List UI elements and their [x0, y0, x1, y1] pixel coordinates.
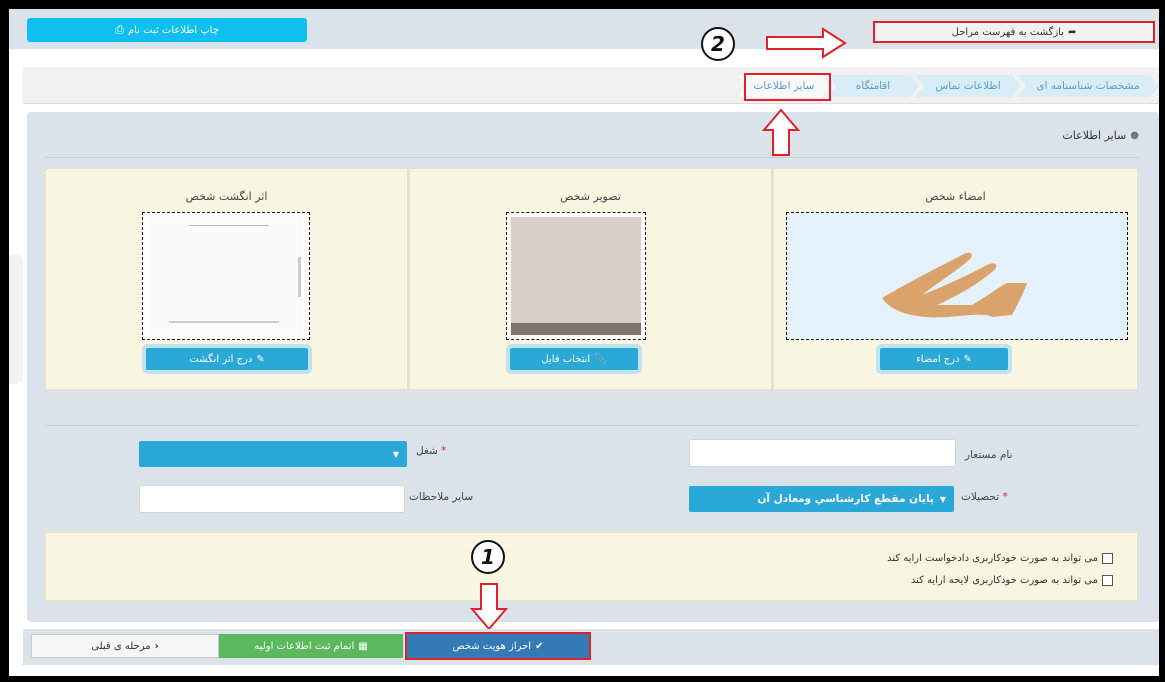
annotation-arrow-down-icon [469, 583, 509, 631]
printer-icon: ⎙ [115, 23, 124, 36]
job-label: * شغل [416, 445, 446, 457]
breadcrumb-label: مشخصات شناسنامه ای [1036, 80, 1140, 92]
breadcrumb-highlight-box [744, 73, 831, 101]
annotation-number-1: 1 [471, 540, 505, 574]
pencil-icon: ✎ [256, 353, 265, 365]
print-label: چاپ اطلاعات ثبت نام [127, 24, 219, 36]
section-title: ● سایر اطلاعات [1039, 129, 1139, 142]
print-registration-button[interactable]: چاپ اطلاعات ثبت نام ⎙ [27, 18, 307, 42]
flowchart-icon: ▦ [358, 640, 368, 652]
checkbox-petition[interactable]: می تواند به صورت خودکاربری دادخواست ارای… [887, 553, 1113, 564]
top-toolbar: چاپ اطلاعات ثبت نام ⎙ ➦ بازگشت به فهرست … [9, 9, 1159, 49]
signature-title: امضاء شخص [925, 190, 986, 203]
job-select[interactable]: ▼ [139, 441, 407, 467]
insert-signature-button[interactable]: ✎ درج امضاء [880, 348, 1008, 370]
checkbox-petition-box[interactable] [1102, 553, 1113, 564]
signature-card: امضاء شخص ✎ درج امضاء [773, 168, 1138, 390]
user-icon: ● [1130, 130, 1139, 141]
divider [45, 157, 1138, 158]
back-to-steps-button[interactable]: ➦ بازگشت به فهرست مراحل [873, 21, 1155, 43]
complete-registration-button[interactable]: ▦ اتمام ثبت اطلاعات اولیه [219, 634, 403, 658]
alias-input[interactable] [689, 439, 956, 467]
back-label: بازگشت به فهرست مراحل [951, 26, 1064, 38]
check-icon: ✔ [535, 640, 544, 652]
checkbox-brief-label: می تواند به صورت خودکاربری لایحه ارایه ک… [910, 575, 1098, 586]
share-arrow-icon: ➦ [1067, 26, 1077, 38]
photo-bottom-strip [511, 323, 641, 335]
job-label-text: شغل [416, 445, 438, 457]
chevron-left-icon: ‹ [154, 640, 159, 652]
fingerprint-title: اثر انگشت شخص [185, 190, 268, 203]
photo-preview [506, 212, 646, 340]
divider [45, 425, 1138, 426]
pencil-icon: ✎ [963, 353, 972, 365]
caret-down-icon: ▼ [392, 449, 399, 459]
breadcrumb-item-residence[interactable]: اقامتگاه [827, 75, 919, 97]
verify-identity-label: احراز هویت شخص [452, 640, 532, 652]
required-asterisk: * [1002, 491, 1008, 503]
breadcrumb-item-identity[interactable]: مشخصات شناسنامه ای [1017, 75, 1159, 97]
fingerprint-card: اثر انگشت شخص ✎ درج اثر انگشت [45, 168, 408, 390]
paperclip-icon: 📎 [594, 353, 607, 365]
education-value: پایان مقطع کارشناسي ومعادل آن [757, 493, 934, 505]
fingerprint-scan [149, 217, 303, 335]
notes-label-text: سایر ملاحظات [409, 491, 474, 503]
previous-step-label: مرحله ی قبلی [91, 640, 151, 652]
education-select[interactable]: ▼ پایان مقطع کارشناسي ومعادل آن [689, 486, 954, 512]
permissions-box: می تواند به صورت خودکاربری دادخواست ارای… [45, 532, 1138, 601]
insert-fingerprint-button[interactable]: ✎ درج اثر انگشت [146, 348, 308, 370]
insert-signature-label: درج امضاء [916, 353, 960, 365]
notes-label: سایر ملاحظات [409, 491, 473, 503]
notes-input[interactable] [139, 485, 405, 513]
annotation-number-2: 2 [701, 27, 735, 61]
section-title-text: سایر اطلاعات [1062, 129, 1127, 142]
person-photo [511, 217, 641, 335]
choose-file-label: انتخاب فایل [541, 353, 591, 365]
annotation-arrow-right-icon [766, 27, 847, 59]
checkbox-brief-box[interactable] [1102, 575, 1113, 586]
complete-registration-label: اتمام ثبت اطلاعات اولیه [254, 640, 355, 652]
annotation-2-text: 2 [711, 32, 725, 56]
education-label: * تحصیلات [961, 491, 1008, 503]
fingerprint-preview [142, 212, 310, 340]
breadcrumb-label: اقامتگاه [855, 80, 891, 92]
breadcrumb-label: اطلاعات تماس [935, 80, 1001, 92]
signature-preview [786, 212, 1128, 340]
insert-fingerprint-label: درج اثر انگشت [189, 353, 253, 365]
required-asterisk: * [441, 445, 447, 457]
photo-title: تصویر شخص [560, 190, 621, 203]
checkbox-brief[interactable]: می تواند به صورت خودکاربری لایحه ارایه ک… [911, 575, 1113, 586]
caret-down-icon: ▼ [939, 494, 946, 504]
choose-file-button[interactable]: 📎 انتخاب فایل [510, 348, 638, 370]
photo-card: تصویر شخص 📎 انتخاب فایل [409, 168, 772, 390]
education-label-text: تحصیلات [961, 491, 1000, 503]
alias-label-text: نام مستعار [965, 449, 1013, 461]
annotation-arrow-up-icon [761, 108, 801, 156]
app-frame: چاپ اطلاعات ثبت نام ⎙ ➦ بازگشت به فهرست … [9, 9, 1159, 676]
verify-identity-button[interactable]: ✔ احراز هویت شخص [405, 632, 591, 660]
alias-label: نام مستعار [965, 449, 1012, 461]
left-scroll-handle[interactable] [9, 254, 23, 384]
checkbox-petition-label: می تواند به صورت خودکاربری دادخواست ارای… [887, 553, 1098, 564]
annotation-1-text: 1 [481, 545, 495, 569]
previous-step-button[interactable]: ‹ مرحله ی قبلی [31, 634, 219, 658]
signature-image-icon [882, 252, 1027, 318]
breadcrumb-item-contact[interactable]: اطلاعات تماس [915, 75, 1021, 97]
